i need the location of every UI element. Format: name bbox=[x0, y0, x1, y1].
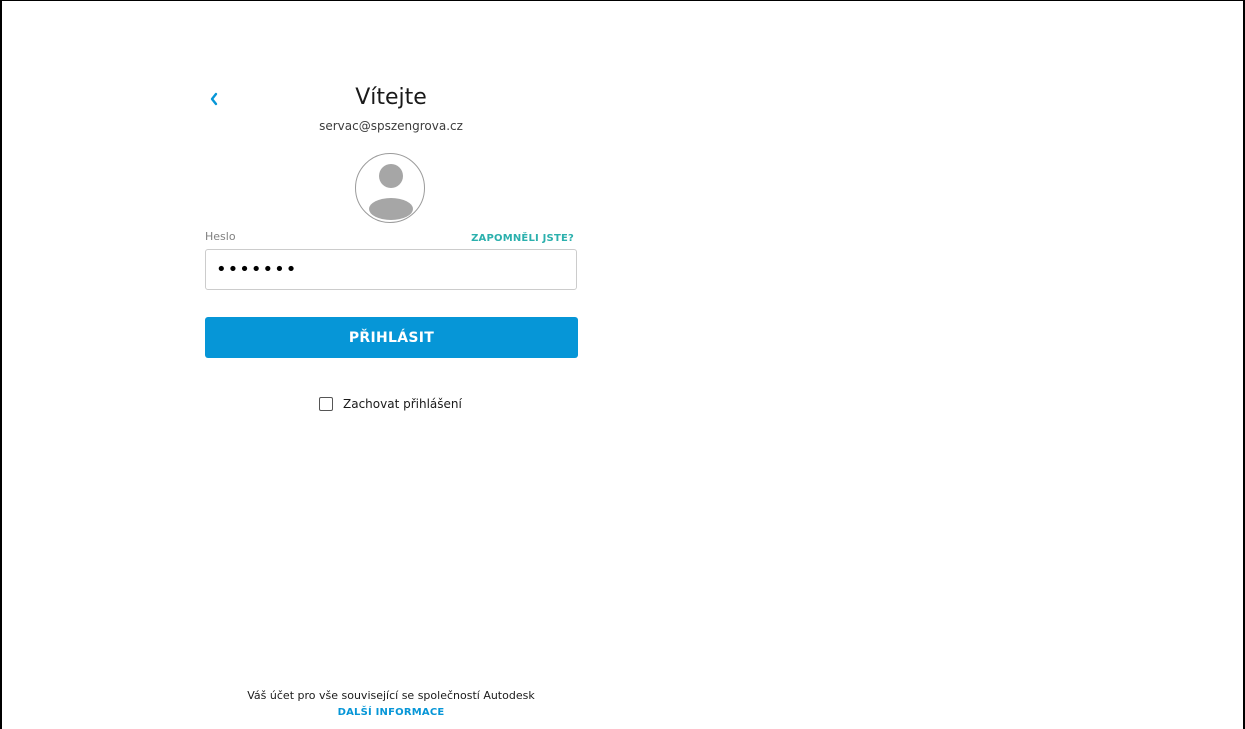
remember-me-label: Zachovat přihlášení bbox=[343, 397, 462, 411]
login-button[interactable]: PŘIHLÁSIT bbox=[205, 317, 578, 358]
forgot-password-link[interactable]: ZAPOMNĚLI JSTE? bbox=[471, 233, 574, 244]
password-field[interactable]: ••••••• bbox=[205, 249, 577, 290]
more-info-link[interactable]: DALŠÍ INFORMACE bbox=[205, 707, 577, 718]
account-email: servac@spszengrova.cz bbox=[319, 119, 463, 133]
remember-me-checkbox[interactable] bbox=[319, 397, 333, 411]
page-title: Vítejte bbox=[355, 85, 427, 110]
avatar bbox=[355, 153, 425, 223]
remember-me-toggle[interactable]: Zachovat přihlášení bbox=[319, 397, 462, 411]
password-label: Heslo bbox=[205, 230, 236, 243]
login-page: Vítejte servac@spszengrova.cz Heslo ZAPO… bbox=[0, 0, 1245, 729]
user-avatar-icon bbox=[369, 164, 413, 220]
password-value: ••••••• bbox=[216, 259, 298, 280]
footer-text: Váš účet pro vše související se společno… bbox=[247, 689, 535, 702]
